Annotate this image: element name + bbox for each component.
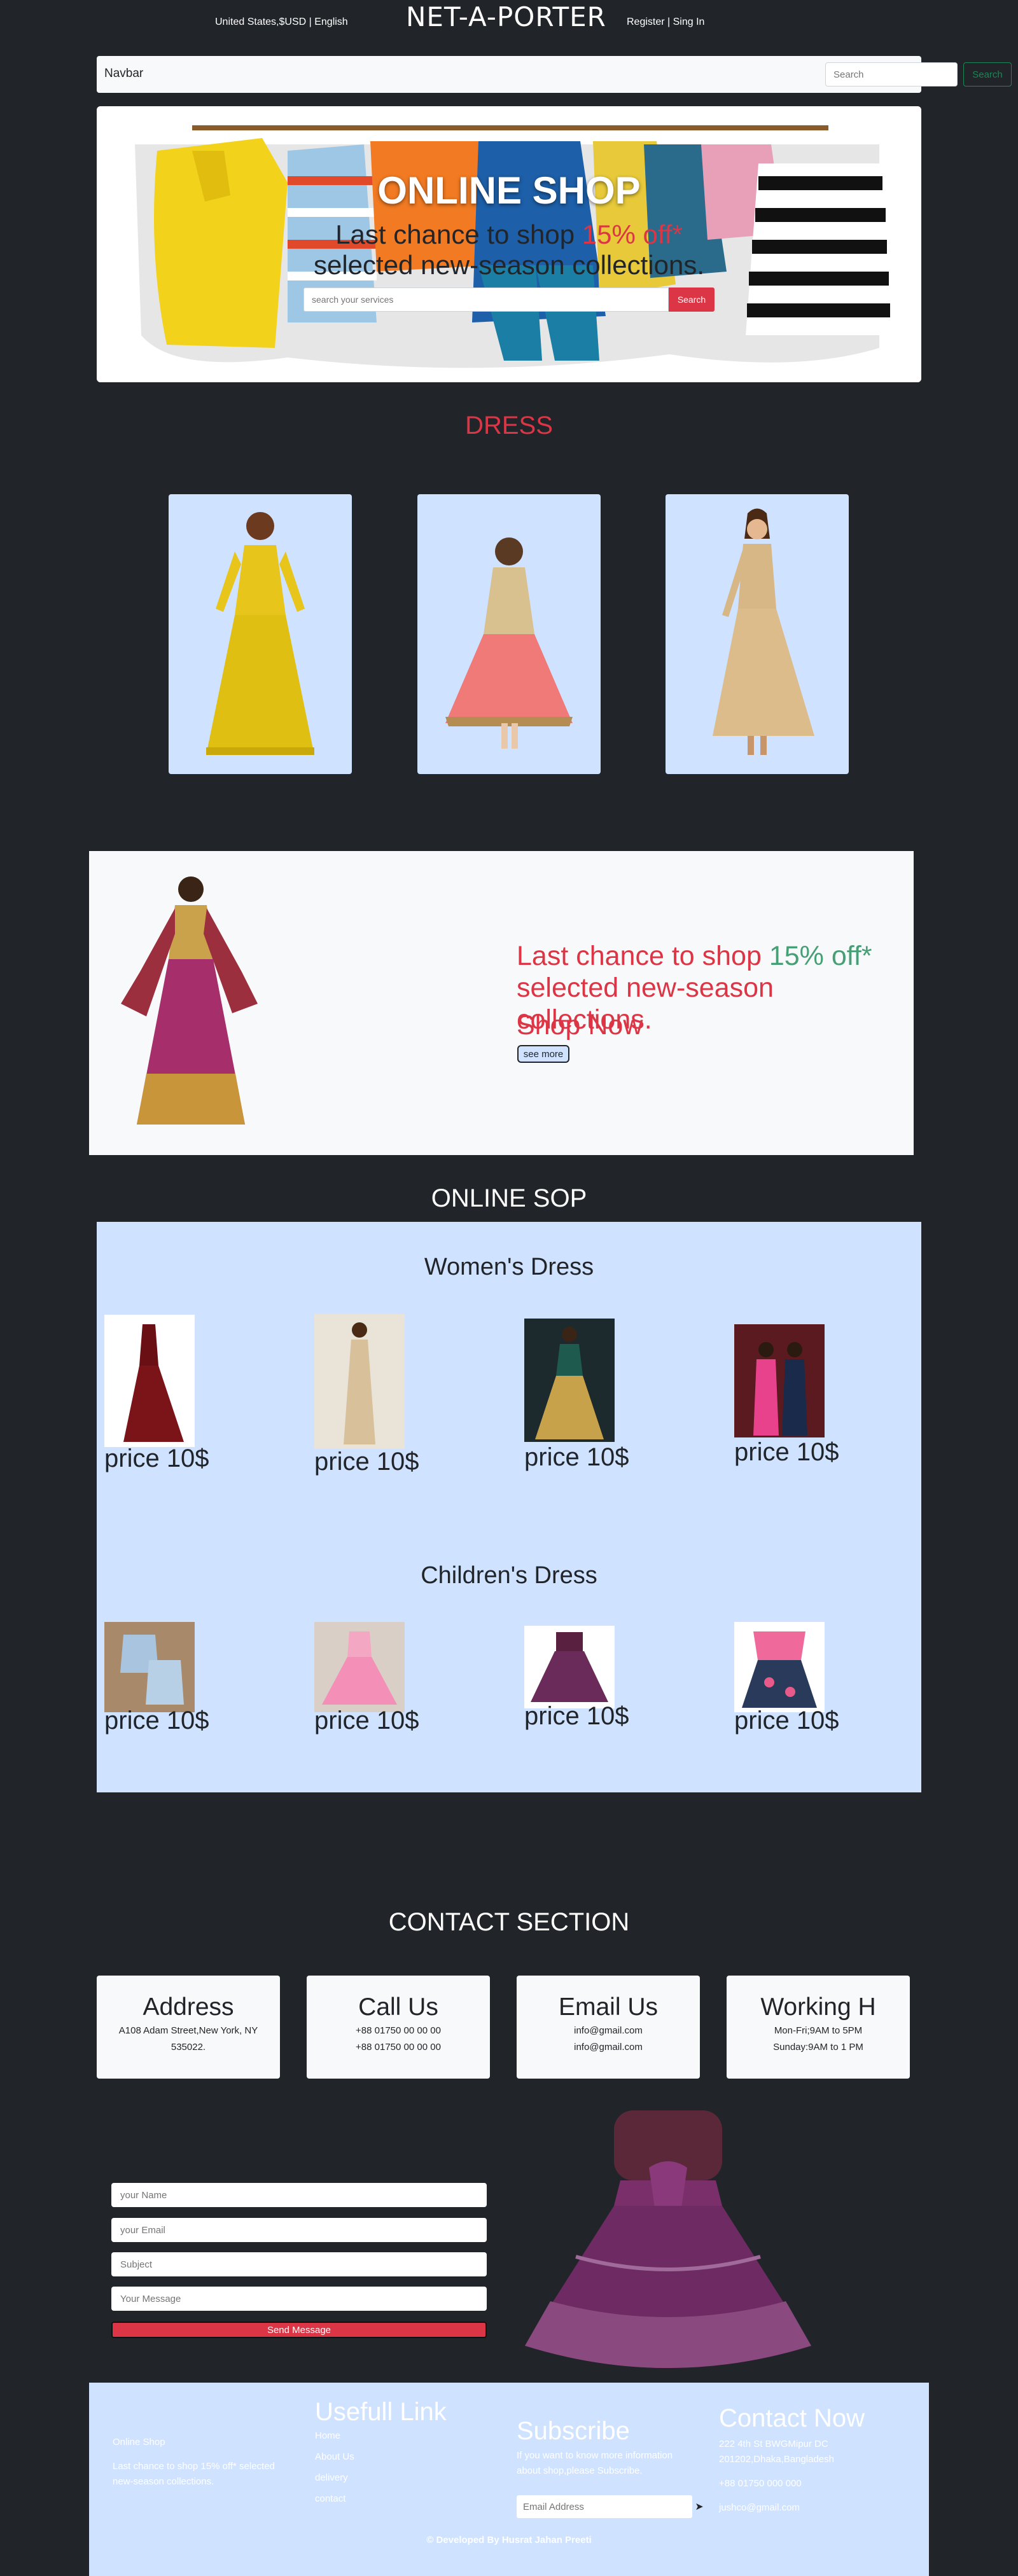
contact-card-line[interactable]: +88 01750 00 00 00 xyxy=(307,2024,490,2038)
subscribe-email-input[interactable] xyxy=(517,2495,692,2518)
contact-card-heading: Address xyxy=(143,1993,234,2021)
beige-suit-thumb xyxy=(314,1314,405,1449)
product-price: price 10$ xyxy=(734,1707,839,1735)
dress-card[interactable] xyxy=(169,494,352,774)
footer-link-about[interactable]: About Us xyxy=(315,2451,447,2462)
footer-phone[interactable]: +88 01750 000 000 xyxy=(719,2476,865,2491)
product-card[interactable] xyxy=(104,1622,195,1712)
hero-tagline-prefix: Last chance to shop xyxy=(335,219,582,249)
product-card[interactable] xyxy=(314,1314,405,1449)
purple-party-dress-image xyxy=(525,2110,811,2368)
childrens-dress-title: Children's Dress xyxy=(421,1562,597,1589)
beige-gown-image xyxy=(713,508,814,755)
footer-tagline-line1: Last chance to shop 15% off* selected xyxy=(113,2461,275,2472)
navbar-search-input[interactable] xyxy=(825,62,958,87)
contact-card-address: Address A108 Adam Street,New York, NY 53… xyxy=(97,1976,280,2079)
contact-card-line[interactable]: info@gmail.com xyxy=(517,2040,700,2054)
hero-tagline-line2: selected new-season collections. xyxy=(313,250,704,280)
promo-banner: Last chance to shop 15% off* selected new… xyxy=(89,851,914,1155)
product-price: price 10$ xyxy=(314,1707,419,1735)
send-message-button[interactable]: Send Message xyxy=(111,2322,487,2338)
hero-tagline-line1: Last chance to shop 15% off* xyxy=(97,219,921,250)
contact-card-line: Sunday:9AM to 1 PM xyxy=(773,2042,863,2053)
floral-dress-thumb xyxy=(734,1622,825,1712)
product-card[interactable] xyxy=(524,1626,615,1708)
footer-address-line2: 201202,Dhaka,Bangladesh xyxy=(719,2454,834,2465)
hero-search-input[interactable] xyxy=(303,287,669,312)
navbar: Navbar Search xyxy=(97,56,1012,93)
contact-now-title: Contact Now xyxy=(719,2404,865,2432)
contact-card-line[interactable]: info@gmail.com xyxy=(517,2024,700,2038)
locale-selector[interactable]: United States,$USD | English xyxy=(215,17,348,28)
promo-discount: 15% off* xyxy=(769,941,872,971)
product-card[interactable] xyxy=(524,1319,615,1442)
contact-card-line[interactable]: +88 01750 00 00 00 xyxy=(307,2040,490,2054)
red-gown-thumb xyxy=(104,1315,195,1447)
see-more-button[interactable]: see more xyxy=(517,1045,569,1063)
subject-field[interactable] xyxy=(111,2252,487,2276)
contact-card-line: A108 Adam Street,New York, NY xyxy=(118,2025,258,2036)
dress-section-title: DRESS xyxy=(465,412,553,440)
promo-shop-now[interactable]: Shop Now xyxy=(517,1010,643,1041)
navbar-brand[interactable]: Navbar xyxy=(104,67,143,81)
product-price: price 10$ xyxy=(104,1707,209,1735)
contact-card-line: 535022. xyxy=(171,2042,206,2053)
subscribe-text-line1: If you want to know more information xyxy=(517,2450,673,2461)
product-card[interactable] xyxy=(314,1622,405,1712)
footer-email[interactable]: jushco@gmail.com xyxy=(719,2500,865,2516)
green-lehenga-thumb xyxy=(524,1319,615,1442)
online-shop-title: ONLINE SOP xyxy=(431,1184,587,1212)
contact-card-line: Mon-Fri;9AM to 5PM xyxy=(774,2025,863,2036)
party-dress-thumb xyxy=(734,1324,825,1437)
product-price: price 10$ xyxy=(314,1448,419,1476)
product-price: price 10$ xyxy=(104,1444,209,1472)
contact-card-heading: Call Us xyxy=(358,1993,438,2021)
navbar-search-button[interactable]: Search xyxy=(963,62,1012,87)
subscribe-arrow-icon[interactable]: ➤ xyxy=(692,2500,706,2513)
copyright-text: © Developed By Husrat Jahan Preeti xyxy=(426,2535,592,2545)
product-price: price 10$ xyxy=(524,1702,629,1730)
hero-discount: 15% off* xyxy=(582,219,683,249)
contact-card-email: Email Us info@gmail.com info@gmail.com xyxy=(517,1976,700,2079)
contact-card-call: Call Us +88 01750 00 00 00 +88 01750 00 … xyxy=(307,1976,490,2079)
message-field[interactable] xyxy=(111,2287,487,2311)
hero-search-button[interactable]: Search xyxy=(669,287,715,312)
footer-link-home[interactable]: Home xyxy=(315,2430,447,2441)
footer-brand: Online Shop xyxy=(113,2437,165,2448)
womens-dress-title: Women's Dress xyxy=(424,1254,594,1280)
footer-link-contact[interactable]: contact xyxy=(315,2493,447,2504)
pink-tutu-thumb xyxy=(314,1622,405,1712)
hero-title: ONLINE SHOP xyxy=(377,169,641,212)
subscribe-title: Subscribe xyxy=(517,2417,630,2445)
contact-card-hours: Working H Mon-Fri;9AM to 5PM Sunday:9AM … xyxy=(727,1976,910,2079)
yellow-lehenga-image xyxy=(206,512,314,755)
footer-address-line1: 222 4th St BWGMipur DC xyxy=(719,2439,828,2449)
subscribe-text-line2: about shop,please Subscribe. xyxy=(517,2465,643,2476)
footer-links-title: Usefull Link xyxy=(315,2398,447,2426)
contact-card-heading: Working H xyxy=(760,1993,876,2021)
site-footer: Online Shop Last chance to shop 15% off*… xyxy=(89,2383,929,2576)
promo-tagline-prefix: Last chance to shop xyxy=(517,941,769,971)
contact-section-title: CONTACT SECTION xyxy=(388,1908,630,1936)
auth-links[interactable]: Register | Sing In xyxy=(627,17,704,28)
kids-lehenga-image xyxy=(445,537,573,749)
product-catalog: Women's Dress price 10$ price 10$ price … xyxy=(97,1222,921,1792)
product-price: price 10$ xyxy=(734,1438,839,1466)
product-card[interactable] xyxy=(734,1324,825,1437)
footer-tagline-line2: new-season collections. xyxy=(113,2476,214,2487)
hero-banner: ONLINE SHOP Last chance to shop 15% off*… xyxy=(97,106,921,382)
footer-link-delivery[interactable]: delivery xyxy=(315,2472,447,2483)
dress-card[interactable] xyxy=(666,494,849,774)
dress-card[interactable] xyxy=(417,494,601,774)
name-field[interactable] xyxy=(111,2183,487,2207)
product-card[interactable] xyxy=(104,1315,195,1447)
promo-girl-image xyxy=(121,876,258,1125)
product-price: price 10$ xyxy=(524,1443,629,1471)
site-brand[interactable]: NET-A-PORTER xyxy=(406,1,606,32)
blue-outfit-thumb xyxy=(104,1622,195,1712)
email-field[interactable] xyxy=(111,2218,487,2242)
purple-dress-thumb xyxy=(524,1626,615,1708)
product-card[interactable] xyxy=(734,1622,825,1712)
contact-card-heading: Email Us xyxy=(558,1993,659,2021)
